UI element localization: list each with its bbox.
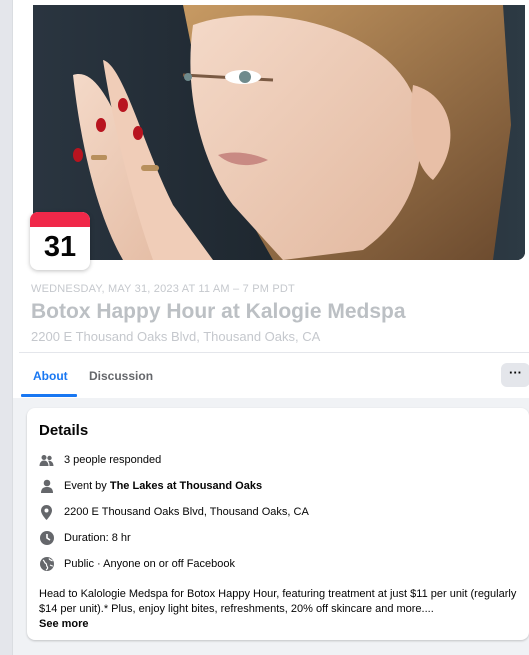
event-cover-photo[interactable] bbox=[33, 5, 525, 260]
event-datetime: WEDNESDAY, MAY 31, 2023 AT 11 AM – 7 PM … bbox=[31, 283, 295, 295]
details-row-responded: 3 people responded bbox=[39, 451, 161, 469]
event-duration: Duration: 8 hr bbox=[64, 532, 131, 544]
event-page: 31 WEDNESDAY, MAY 31, 2023 AT 11 AM – 7 … bbox=[12, 0, 529, 655]
globe-icon bbox=[39, 557, 54, 572]
people-icon bbox=[39, 453, 54, 468]
more-options-button[interactable]: ··· bbox=[501, 363, 529, 387]
details-heading: Details bbox=[39, 422, 89, 439]
details-card: Details 3 people responded Event by The … bbox=[27, 408, 529, 640]
host-link[interactable]: The Lakes at Thousand Oaks bbox=[110, 480, 262, 492]
tab-about[interactable]: About bbox=[33, 369, 68, 383]
active-tab-indicator bbox=[21, 394, 77, 397]
page-edge bbox=[0, 0, 12, 655]
tab-discussion[interactable]: Discussion bbox=[89, 369, 153, 383]
responded-count: 3 people responded bbox=[64, 454, 162, 466]
event-by-label: Event by bbox=[64, 480, 110, 492]
event-address[interactable]: 2200 E Thousand Oaks Blvd, Thousand Oaks… bbox=[31, 329, 320, 344]
event-location[interactable]: 2200 E Thousand Oaks Blvd, Thousand Oaks… bbox=[64, 506, 309, 518]
clock-icon bbox=[39, 531, 54, 546]
event-date-badge: 31 bbox=[30, 212, 90, 270]
see-more-link[interactable]: See more bbox=[39, 618, 89, 630]
event-day-number: 31 bbox=[43, 231, 77, 263]
event-host: Event by The Lakes at Thousand Oaks bbox=[64, 480, 262, 492]
person-icon bbox=[39, 479, 54, 494]
details-row-duration: Duration: 8 hr bbox=[39, 529, 131, 547]
tabs-divider bbox=[19, 352, 529, 353]
event-description: Head to Kalologie Medspa for Botox Happy… bbox=[39, 588, 517, 615]
event-privacy: Public · Anyone on or off Facebook bbox=[64, 558, 236, 570]
details-row-host: Event by The Lakes at Thousand Oaks bbox=[39, 477, 262, 495]
cover-photo-illustration bbox=[33, 5, 525, 260]
details-row-privacy: Public · Anyone on or off Facebook bbox=[39, 555, 235, 573]
calendar-header-bar bbox=[30, 212, 90, 227]
event-title: Botox Happy Hour at Kalogie Medspa bbox=[31, 300, 406, 323]
location-pin-icon bbox=[39, 504, 54, 520]
details-row-location: 2200 E Thousand Oaks Blvd, Thousand Oaks… bbox=[39, 503, 309, 521]
